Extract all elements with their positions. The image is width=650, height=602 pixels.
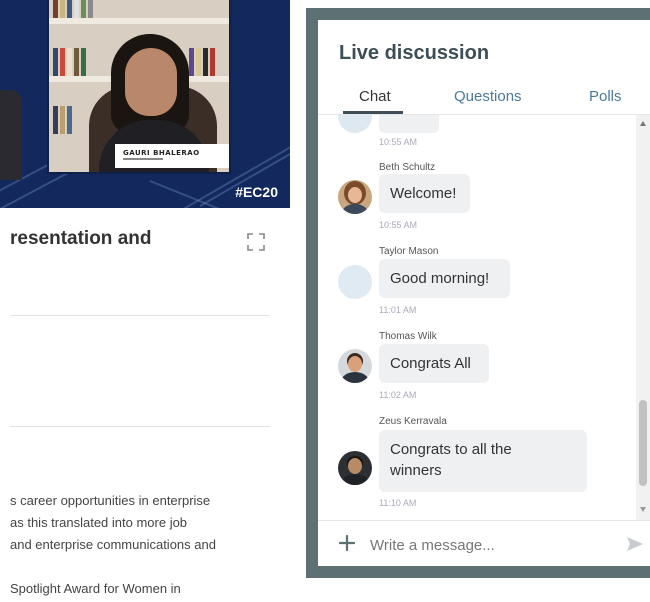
plus-icon[interactable]	[338, 534, 356, 552]
tab-questions[interactable]: Questions	[454, 88, 522, 105]
user-initials-icon	[338, 265, 372, 299]
avatar	[338, 451, 372, 485]
speaker-subtitle-line	[123, 158, 163, 160]
send-icon[interactable]	[626, 536, 644, 552]
panel-title: Live discussion	[339, 42, 490, 64]
user-photo-icon	[338, 349, 372, 383]
message-bubble: Congrats All	[379, 344, 489, 383]
bookshelf	[49, 18, 229, 24]
user-photo-icon	[338, 180, 372, 214]
divider	[10, 315, 270, 316]
expand-icon[interactable]	[246, 232, 266, 252]
chat-message-list[interactable]: 10:55 AM Beth Schultz Welcome! 10:55 AM …	[318, 115, 636, 520]
avatar	[338, 265, 372, 299]
session-content: GAURI BHALERAO #EC20 resentation and s c…	[0, 0, 290, 602]
divider	[10, 426, 270, 427]
message-text-line: winners	[390, 462, 442, 479]
message-author: Thomas Wilk	[379, 331, 437, 342]
message-text-line: Congrats to all the	[390, 441, 512, 458]
chat-scrollbar[interactable]	[636, 115, 650, 520]
message-author: Taylor Mason	[379, 246, 439, 257]
message-bubble: Congrats to all the winners	[379, 430, 587, 492]
books	[53, 48, 86, 76]
user-photo-icon	[338, 451, 372, 485]
message-bubble: Good morning!	[379, 259, 510, 298]
session-title: resentation and	[10, 228, 152, 249]
message-input[interactable]	[370, 533, 610, 557]
session-description-line: as this translated into more job	[10, 515, 188, 530]
message-time: 11:02 AM	[379, 390, 417, 400]
message-composer	[318, 520, 650, 566]
scroll-down-arrow-icon[interactable]	[640, 507, 646, 512]
message-time: 11:10 AM	[379, 498, 417, 508]
message-time: 10:55 AM	[379, 137, 418, 147]
video-player[interactable]: GAURI BHALERAO #EC20	[0, 0, 290, 208]
tab-polls[interactable]: Polls	[589, 88, 622, 105]
tab-chat[interactable]: Chat	[359, 88, 391, 105]
avatar	[338, 349, 372, 383]
live-discussion-panel: Live discussion Chat Questions Polls 10:…	[318, 20, 650, 566]
avatar	[338, 180, 372, 214]
speaker-nameplate: GAURI BHALERAO	[115, 144, 229, 168]
session-description-line: s career opportunities in enterprise	[10, 493, 211, 508]
message-time: 10:55 AM	[379, 220, 418, 230]
books	[189, 48, 215, 76]
session-description-line: and enterprise communications and	[10, 537, 216, 552]
message-bubble: Welcome!	[379, 174, 470, 213]
books	[53, 106, 72, 134]
scroll-thumb[interactable]	[639, 400, 647, 486]
scroll-up-arrow-icon[interactable]	[640, 121, 646, 126]
speaker-name: GAURI BHALERAO	[123, 149, 200, 157]
message-bubble	[379, 115, 439, 133]
avatar	[338, 115, 372, 133]
message-author: Zeus Kerravala	[379, 416, 447, 427]
speaker-face	[125, 48, 177, 116]
session-description-line: Spotlight Award for Women in	[10, 581, 181, 596]
speaker-video-frame: GAURI BHALERAO	[47, 0, 231, 174]
event-hashtag: #EC20	[235, 184, 278, 200]
message-author: Beth Schultz	[379, 162, 436, 173]
side-speaker-silhouette	[0, 90, 22, 180]
books	[53, 0, 93, 18]
message-time: 11:01 AM	[379, 305, 417, 315]
